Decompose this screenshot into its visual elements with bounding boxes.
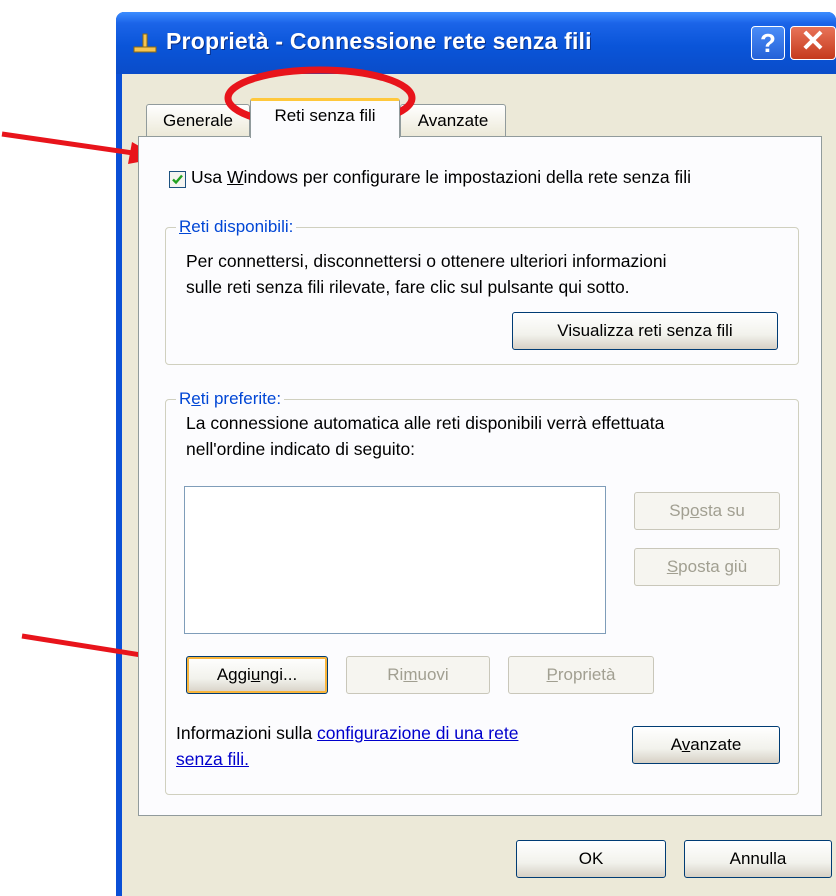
- network-connection-icon: [133, 33, 157, 53]
- available-networks-group: Reti disponibili: Per connettersi, disco…: [165, 217, 799, 365]
- add-network-button[interactable]: Aggiungi...: [186, 656, 328, 694]
- available-networks-title: Reti disponibili:: [176, 217, 297, 237]
- view-wireless-networks-button[interactable]: Visualizza reti senza fili: [512, 312, 778, 350]
- help-button[interactable]: ?: [751, 26, 785, 60]
- title-bar[interactable]: Proprietà - Connessione rete senza fili …: [116, 12, 836, 74]
- wireless-config-info: Informazioni sulla configurazione di una…: [176, 723, 519, 769]
- window-title: Proprietà - Connessione rete senza fili: [166, 28, 592, 54]
- move-up-button: Sposta su: [634, 492, 780, 530]
- network-properties-button: Proprietà: [508, 656, 654, 694]
- preferred-networks-description: La connessione automatica alle reti disp…: [186, 413, 665, 459]
- cancel-button[interactable]: Annulla: [684, 840, 832, 878]
- checkmark-icon: [172, 174, 183, 185]
- tab-panel-wireless: Usa Windows per configurare le impostazi…: [138, 136, 822, 816]
- available-networks-description: Per connettersi, disconnettersi o ottene…: [186, 251, 667, 297]
- use-windows-config-label[interactable]: Usa Windows per configurare le impostazi…: [191, 167, 691, 188]
- advanced-button[interactable]: Avanzate: [632, 726, 780, 764]
- tab-reti-senza-fili[interactable]: Reti senza fili: [250, 98, 400, 138]
- close-button[interactable]: ✕: [790, 26, 836, 60]
- dialog-window: Proprietà - Connessione rete senza fili …: [116, 12, 836, 896]
- preferred-networks-title: Reti preferite:: [176, 389, 285, 409]
- preferred-networks-group: Reti preferite: La connessione automatic…: [165, 389, 799, 795]
- use-windows-config-checkbox[interactable]: [169, 171, 186, 188]
- remove-network-button: Rimuovi: [346, 656, 490, 694]
- wireless-config-help-link[interactable]: configurazione di una rete: [317, 723, 518, 743]
- move-down-button: Sposta giù: [634, 548, 780, 586]
- ok-button[interactable]: OK: [516, 840, 666, 878]
- dialog-client-area: Generale Reti senza fili Avanzate Usa Wi…: [122, 74, 836, 896]
- wireless-config-help-link-cont[interactable]: senza fili.: [176, 749, 249, 769]
- preferred-networks-list[interactable]: [184, 486, 606, 634]
